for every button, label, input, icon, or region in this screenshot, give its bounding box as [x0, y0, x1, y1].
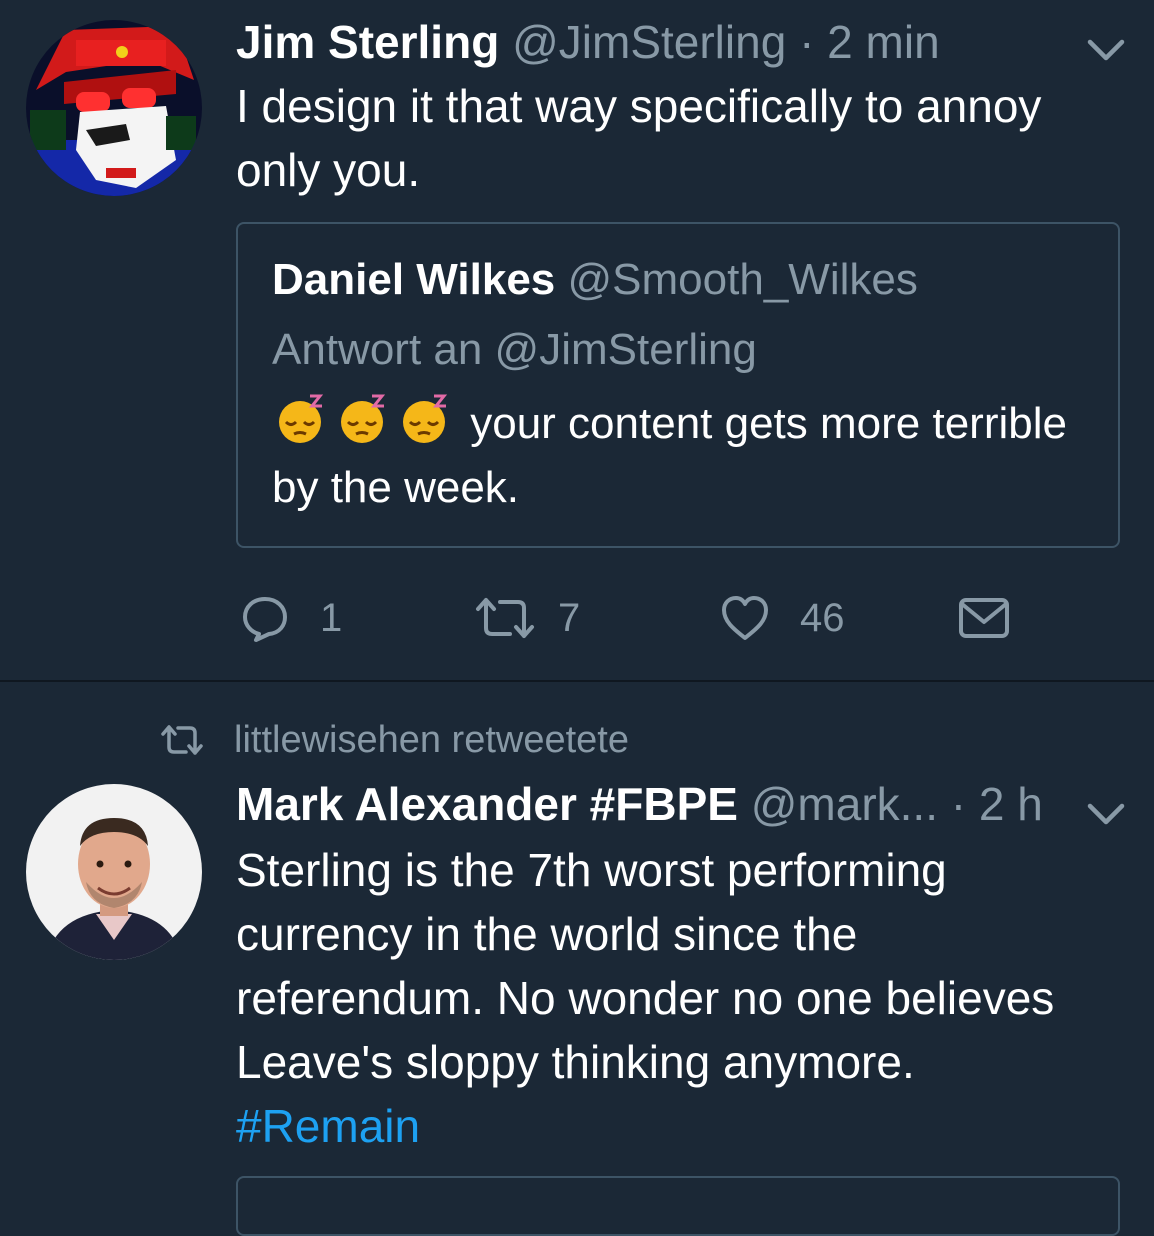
chevron-down-icon[interactable]: [1086, 34, 1126, 64]
tweet-header: Jim Sterling @JimSterling · 2 min: [236, 14, 940, 70]
sleeping-face-emoji-icon: [396, 394, 458, 448]
quote-header: Daniel Wilkes @Smooth_Wilkes: [272, 252, 918, 308]
avatar[interactable]: [26, 784, 202, 960]
reply-count: 1: [320, 595, 343, 640]
reply-bubble-icon: [243, 597, 287, 642]
direct-message-button[interactable]: [958, 588, 1010, 648]
tweet-text: Sterling is the 7th worst performing cur…: [236, 844, 1055, 1088]
quoted-tweet[interactable]: Daniel Wilkes @Smooth_Wilkes Antwort an …: [236, 222, 1120, 548]
heart-icon: [722, 596, 768, 640]
timestamp[interactable]: 2 min: [827, 16, 939, 68]
avatar[interactable]: [26, 20, 202, 196]
retweet-count: 7: [558, 595, 581, 640]
retweet-icon: [476, 598, 534, 638]
retweeted-by-label: littlewisehen retweetete: [234, 718, 629, 761]
chevron-down-icon[interactable]: [1086, 798, 1126, 828]
hashtag-link[interactable]: #Remain: [236, 1100, 420, 1152]
quote-text-block: your content gets more terrible by the w…: [272, 392, 1092, 520]
author-name[interactable]: Jim Sterling: [236, 16, 499, 68]
sleeping-face-emoji-icon: [272, 394, 334, 448]
author-handle[interactable]: @mark...: [751, 778, 938, 830]
reply-button[interactable]: 1: [240, 588, 342, 648]
author-handle[interactable]: @JimSterling: [512, 16, 786, 68]
separator: ·: [799, 16, 815, 68]
tweet-text: I design it that way specifically to ann…: [236, 80, 1042, 196]
quote-reply-context: Antwort an @JimSterling: [272, 325, 757, 374]
retweet-context[interactable]: littlewisehen retweetete: [160, 716, 629, 764]
quote-author-name: Daniel Wilkes: [272, 255, 556, 304]
author-name[interactable]: Mark Alexander #FBPE: [236, 778, 738, 830]
retweet-button[interactable]: 7: [474, 588, 580, 648]
separator: ·: [950, 778, 967, 830]
man-portrait-avatar-icon: [26, 784, 202, 960]
tweet-divider: [0, 680, 1154, 682]
tweet-header: Mark Alexander #FBPE @mark... · 2 h: [236, 776, 1043, 832]
tweet-actions: 1 7 46: [0, 588, 1154, 648]
retweet-icon: [161, 725, 203, 755]
skull-hat-avatar-icon: [26, 20, 202, 196]
like-count: 46: [800, 595, 845, 640]
tweet-jim-sterling[interactable]: Jim Sterling @JimSterling · 2 min I desi…: [0, 0, 1154, 680]
tweet-text-block: Sterling is the 7th worst performing cur…: [236, 838, 1116, 1158]
timestamp[interactable]: 2 h: [979, 778, 1043, 830]
envelope-icon: [959, 598, 1009, 638]
like-button[interactable]: 46: [720, 588, 845, 648]
quote-author-handle: @Smooth_Wilkes: [567, 255, 918, 304]
quoted-tweet[interactable]: [236, 1176, 1120, 1236]
sleeping-face-emoji-icon: [334, 394, 396, 448]
